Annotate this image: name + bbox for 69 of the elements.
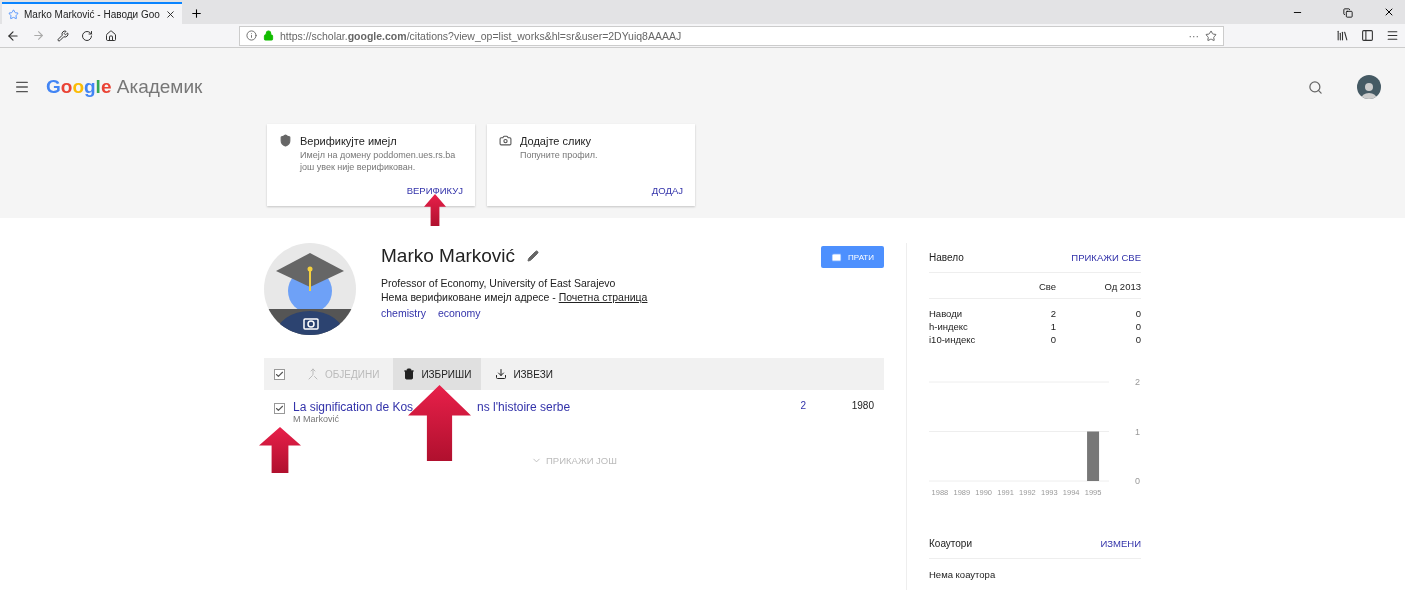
card-action-link[interactable]: ДОДАЈ [651, 185, 683, 196]
shield-icon [279, 134, 292, 147]
card-title: Додајте слику [520, 134, 592, 147]
metric-label: Наводи [929, 307, 963, 320]
wrench-icon[interactable] [57, 29, 69, 42]
toolbar-button[interactable]: ИЗБРИШИ [393, 358, 482, 390]
edit-link[interactable]: ИЗМЕНИ [1100, 538, 1141, 549]
y-tick-label: 2 [1134, 377, 1140, 387]
annotation-arrow [424, 194, 446, 226]
view-all-link[interactable]: ПРИКАЖИ СВЕ [1071, 252, 1141, 263]
sidebar-icon[interactable] [1361, 29, 1374, 42]
card-title: Верификујте имејл [300, 134, 397, 147]
lock-icon [263, 30, 274, 41]
scholar-logo[interactable]: Google Академик [46, 76, 203, 98]
interest-link[interactable]: economy [437, 307, 481, 319]
home-icon[interactable] [105, 29, 117, 42]
reload-icon[interactable] [81, 29, 93, 42]
new-tab-icon[interactable] [190, 7, 203, 20]
metric-value: 2 [1049, 307, 1056, 320]
close-icon[interactable] [165, 8, 176, 20]
account-avatar[interactable] [1357, 75, 1381, 99]
cited-by-heading: Навело [929, 252, 964, 263]
menu-icon[interactable] [14, 79, 30, 95]
mail-icon [831, 251, 843, 263]
toolbar-button[interactable]: ИЗВЕЗИ [485, 358, 563, 390]
metric-value: 0 [1134, 320, 1141, 333]
merge-icon [307, 368, 319, 380]
no-coauthors-text: Нема коаутора [929, 568, 997, 580]
search-icon[interactable] [1308, 79, 1323, 95]
column-header: Од 2013 [1056, 273, 1141, 299]
article-title-link[interactable]: La signification de Kos ns l'histoire serbe [293, 400, 738, 414]
close-window-icon[interactable] [1383, 6, 1395, 18]
select-all-checkbox[interactable] [274, 368, 285, 380]
metric-value: 0 [1049, 333, 1056, 346]
scholar-favicon-icon [8, 8, 19, 20]
browser-tab[interactable]: Marko Marković - Наводи Goo [2, 2, 182, 24]
affiliation-text: Professor of Economy, University of East Sarajevo [381, 277, 617, 289]
coauthors-heading: Коаутори [929, 538, 972, 549]
star-icon[interactable] [1205, 29, 1217, 42]
column-header: Све [1006, 273, 1056, 299]
info-icon [246, 30, 257, 41]
y-tick-label: 1 [1134, 426, 1140, 437]
metric-label: i10-индекс [929, 333, 977, 346]
back-icon[interactable] [6, 28, 20, 43]
article-authors: M Marković [293, 414, 340, 424]
y-tick-label: 0 [1134, 476, 1140, 486]
cited-by-link[interactable]: 2 [746, 400, 806, 424]
homepage-link[interactable]: Почетна страница [558, 291, 648, 303]
card-text: Попуните профил. [520, 150, 599, 162]
metric-value: 0 [1134, 307, 1141, 320]
menu-icon[interactable] [1386, 29, 1399, 42]
article-year: 1980 [850, 400, 874, 413]
address-bar[interactable]: https://scholar.google.com/citations?view_op=list_works&hl=sr&user=2DYuiq8AAAAJ ··· [239, 25, 1224, 46]
add-photo-icon [499, 134, 512, 147]
card-text: Имејл на домену poddomen.ues.rs.ba још увек није верификован. [300, 150, 457, 174]
interest-link[interactable]: chemistry [381, 307, 426, 319]
restore-icon[interactable] [1343, 8, 1353, 18]
metric-value: 1 [1049, 320, 1056, 333]
metric-label: h-индекс [929, 320, 969, 333]
download-icon [495, 368, 508, 380]
metric-value: 0 [1134, 333, 1141, 346]
annotation-arrow [259, 427, 301, 473]
email-note: Нема верификоване имејл адресе - [381, 291, 557, 303]
edit-icon[interactable] [527, 250, 540, 262]
profile-name: Marko Marković [381, 245, 516, 267]
library-icon[interactable] [1336, 29, 1349, 42]
trash-icon [403, 368, 416, 380]
card-action-link[interactable]: ВЕРИФИКУЈ [406, 185, 463, 196]
article-checkbox[interactable] [274, 403, 285, 414]
